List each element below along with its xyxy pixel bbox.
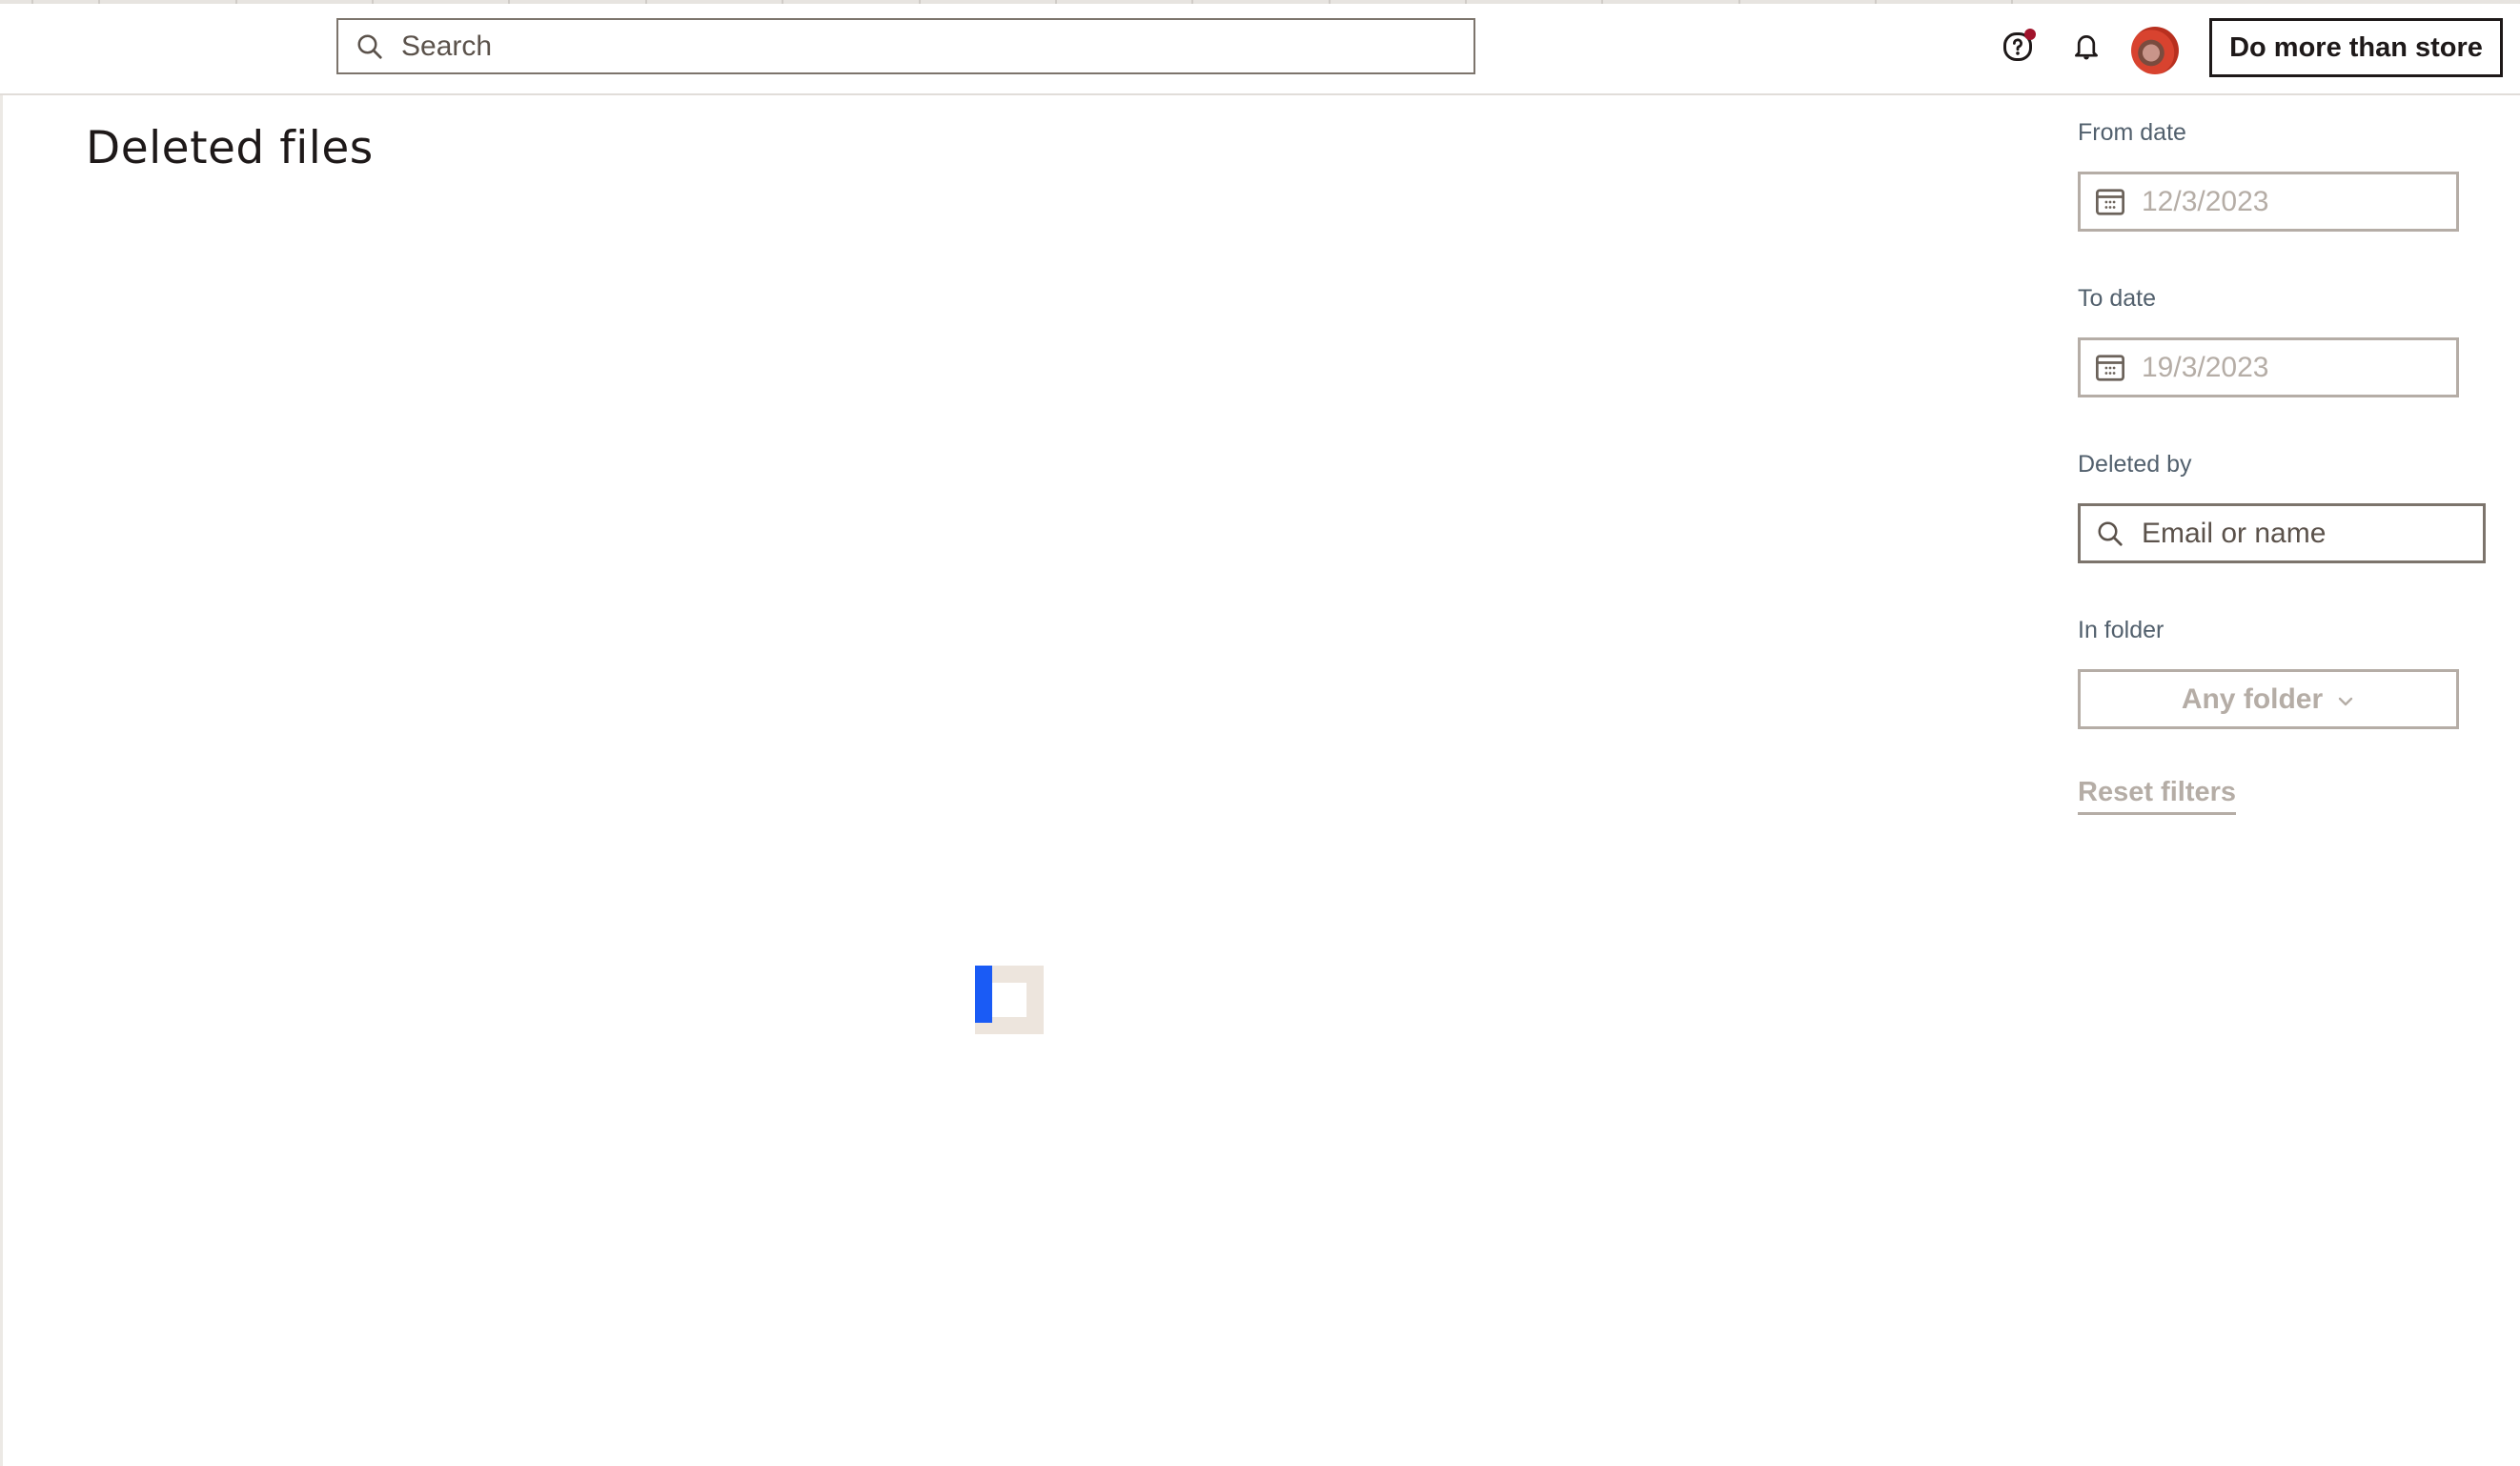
page-title: Deleted files (86, 122, 374, 174)
loading-spinner (975, 966, 1044, 1034)
help-button[interactable] (1994, 25, 2042, 72)
chevron-down-icon (2336, 683, 2355, 716)
sidebar-edge (0, 95, 3, 1466)
in-folder-dropdown[interactable]: Any folder (2078, 669, 2459, 729)
to-date-field[interactable] (2078, 337, 2459, 397)
do-more-than-store-button[interactable]: Do more than store (2209, 18, 2503, 77)
in-folder-label: In folder (2078, 617, 2164, 643)
search-icon (356, 32, 384, 61)
user-avatar[interactable] (2131, 27, 2179, 74)
calendar-icon (2094, 352, 2126, 384)
global-search[interactable] (336, 18, 1475, 74)
reset-filters-link[interactable]: Reset filters (2078, 777, 2237, 815)
search-input[interactable] (399, 29, 1404, 64)
notifications-button[interactable] (2063, 25, 2110, 72)
loading-spinner-progress (975, 966, 992, 1023)
from-date-input[interactable] (2140, 184, 2429, 219)
calendar-icon (2094, 186, 2126, 218)
notification-dot (2024, 29, 2036, 40)
deleted-by-field[interactable] (2078, 503, 2486, 563)
deleted-by-input[interactable] (2140, 516, 2429, 551)
from-date-label: From date (2078, 119, 2186, 146)
top-bar: Do more than store (0, 4, 2520, 95)
deleted-by-label: Deleted by (2078, 451, 2192, 478)
search-icon (2094, 518, 2126, 550)
to-date-label: To date (2078, 285, 2157, 312)
loading-spinner-center (992, 983, 1026, 1017)
bell-icon (2070, 31, 2103, 68)
from-date-field[interactable] (2078, 172, 2459, 232)
to-date-input[interactable] (2140, 350, 2429, 385)
in-folder-selected: Any folder (2181, 682, 2324, 715)
